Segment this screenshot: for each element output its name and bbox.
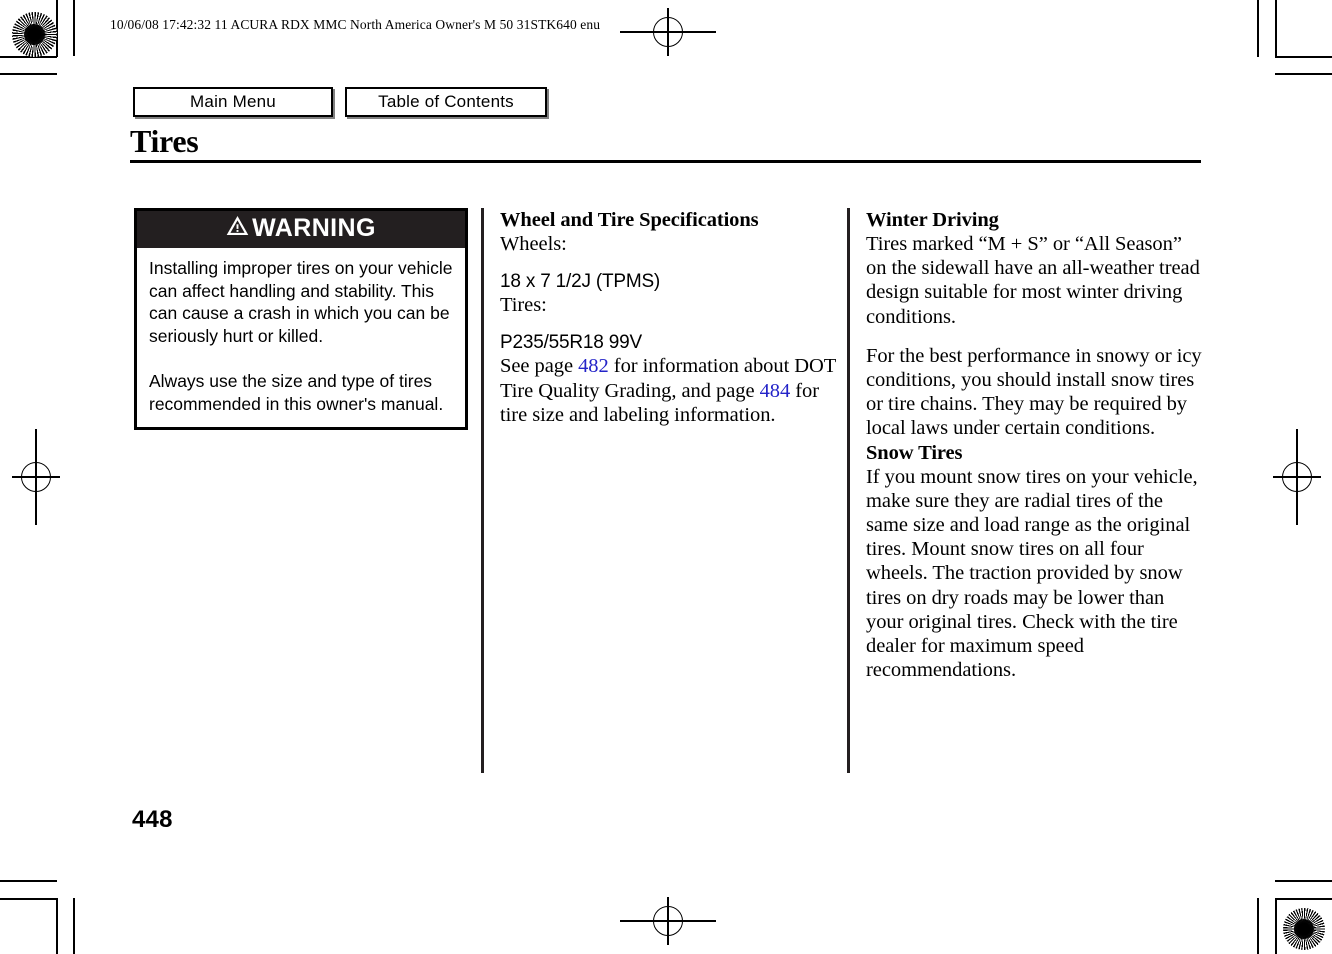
page-link-482[interactable]: 482 — [578, 355, 609, 377]
tires-label: Tires: — [500, 294, 547, 317]
registration-crosshair-bottom-icon — [620, 897, 716, 945]
registration-crosshair-left-icon — [12, 429, 60, 525]
page-number: 448 — [132, 806, 173, 833]
trim-mark-bottom-right-vertical — [1257, 898, 1259, 954]
warning-box: WARNING Installing improper tires on you… — [134, 208, 468, 431]
registration-rosette-top-left-icon — [12, 12, 57, 57]
document-slug-line: 10/06/08 17:42:32 11 ACURA RDX MMC North… — [110, 17, 601, 32]
trim-mark-bottom-left-vertical — [73, 898, 75, 954]
warning-label: WARNING — [252, 214, 376, 242]
warning-paragraph-1: Installing improper tires on your vehicl… — [149, 258, 453, 346]
winter-driving-heading: Winter Driving — [866, 209, 999, 231]
trim-mark-top-left-horizontal — [0, 73, 57, 75]
trim-mark-inner-bottomleft-vertical — [56, 898, 58, 954]
column-divider-right — [847, 208, 850, 773]
page-link-484[interactable]: 484 — [760, 380, 791, 402]
warning-box-header: WARNING — [137, 211, 465, 248]
registration-rosette-bottom-right-icon — [1283, 908, 1325, 950]
reference-prefix-text: See page — [500, 355, 579, 378]
warning-paragraph-2: Always use the size and type of tires re… — [149, 370, 444, 414]
trim-mark-inner-right-horizontal — [1275, 56, 1332, 58]
column-right: Winter Driving Tires marked “M + S” or “… — [866, 208, 1203, 682]
snow-tires-paragraph-1: If you mount snow tires on your vehicle,… — [866, 465, 1198, 682]
trim-mark-inner-bottomright-horizontal — [1275, 898, 1332, 900]
wheels-value: 18 x 7 1/2J (TPMS) — [500, 271, 661, 293]
page-title: Tires — [130, 123, 199, 159]
main-menu-button[interactable]: Main Menu — [133, 87, 333, 117]
tires-value: P235/55R18 99V — [500, 332, 642, 354]
page-canvas: 10/06/08 17:42:32 11 ACURA RDX MMC North… — [0, 0, 1332, 954]
column-divider-left — [481, 208, 484, 773]
specs-cross-reference: See page 482 for information about DOT T… — [500, 354, 837, 427]
trim-mark-inner-right-vertical — [1275, 0, 1277, 57]
trim-mark-inner-bottomleft-horizontal — [0, 898, 57, 900]
title-rule-divider — [130, 160, 1201, 163]
trim-mark-bottom-left-horizontal — [0, 880, 57, 882]
warning-box-body: Installing improper tires on your vehicl… — [137, 248, 465, 427]
trim-mark-inner-bottomright-vertical — [1275, 898, 1277, 954]
warning-triangle-icon — [226, 214, 249, 243]
trim-mark-bottom-right-horizontal — [1275, 880, 1332, 882]
winter-driving-paragraph-2: For the best performance in snowy or icy… — [866, 344, 1202, 440]
registration-crosshair-top-icon — [620, 8, 716, 56]
wheel-and-tire-specifications-heading: Wheel and Tire Specifications — [500, 209, 759, 231]
table-of-contents-button[interactable]: Table of Contents — [345, 87, 547, 117]
trim-mark-top-left-vertical — [73, 0, 75, 56]
column-middle: Wheel and Tire Specifications Wheels: 18… — [500, 208, 837, 427]
winter-driving-paragraph-1: Tires marked “M + S” or “All Season” on … — [866, 233, 1200, 328]
trim-mark-top-right-horizontal — [1275, 73, 1332, 75]
registration-crosshair-right-icon — [1273, 429, 1321, 525]
trim-mark-top-right-vertical — [1257, 0, 1259, 57]
wheels-label: Wheels: — [500, 233, 567, 255]
snow-tires-heading: Snow Tires — [866, 441, 963, 464]
